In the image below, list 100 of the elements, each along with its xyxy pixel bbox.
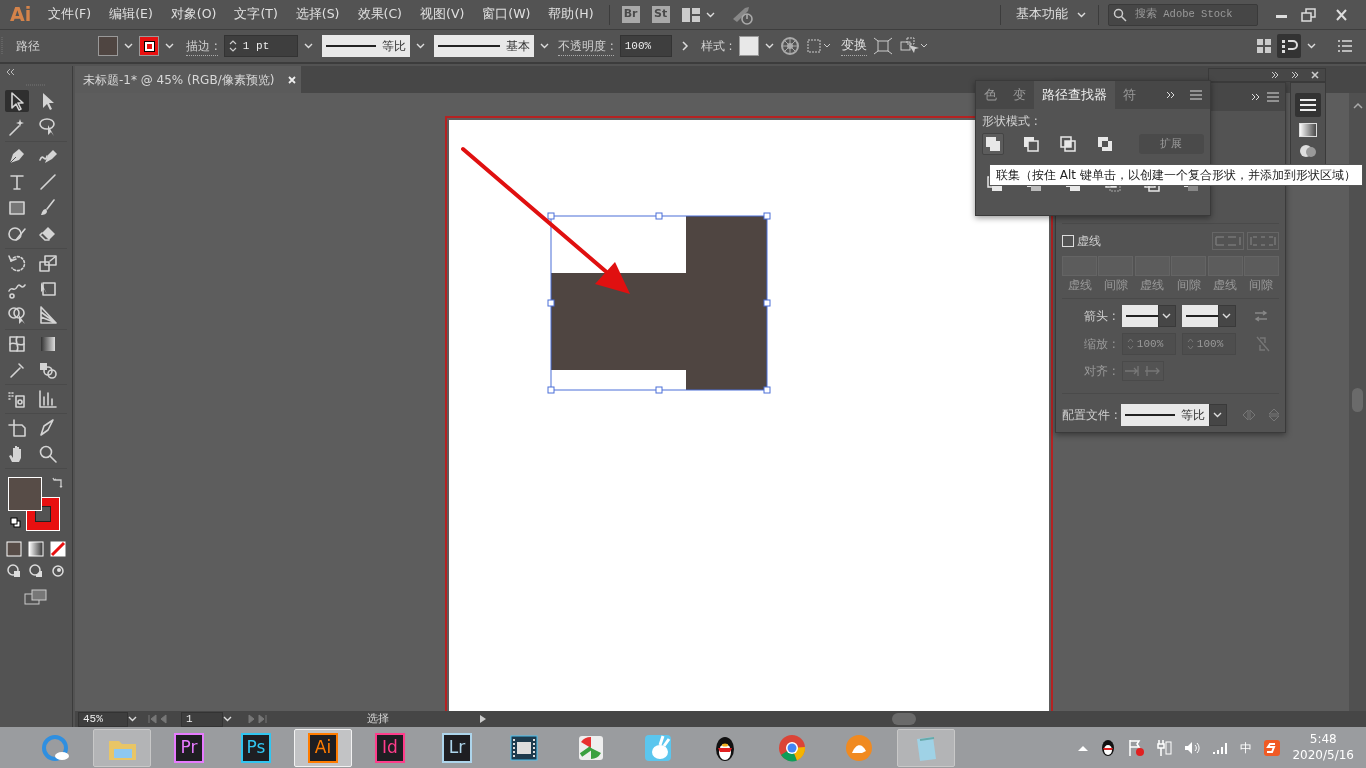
menu-item[interactable]: 文件(F)	[39, 5, 101, 24]
start-arrowhead-dropdown[interactable]	[1121, 305, 1158, 327]
stroke-panel-icon[interactable]	[1295, 93, 1321, 117]
stock-button[interactable]: St	[651, 6, 670, 23]
caret-icon[interactable]	[539, 43, 549, 49]
pen-icon[interactable]	[7, 146, 27, 166]
zoom-icon[interactable]	[38, 444, 58, 464]
caret-icon[interactable]	[1307, 43, 1316, 49]
panel-menu-icon[interactable]	[1190, 90, 1202, 100]
zoom-field[interactable]: 45%	[78, 711, 128, 727]
line-segment-icon[interactable]	[38, 172, 58, 192]
end-arrowhead-dropdown[interactable]	[1181, 305, 1218, 327]
select-similar-icon[interactable]	[898, 37, 929, 55]
minus-front-icon[interactable]	[1021, 134, 1042, 154]
artboard-tool-icon[interactable]	[7, 418, 27, 438]
bar-graph-icon[interactable]	[38, 389, 58, 409]
fill-color-button[interactable]	[98, 36, 118, 56]
shape-builder-icon[interactable]	[7, 305, 27, 325]
caret-icon[interactable]	[705, 11, 715, 18]
intersect-icon[interactable]	[1058, 134, 1079, 154]
caret-icon[interactable]	[303, 43, 313, 49]
unite-icon[interactable]	[983, 134, 1003, 154]
power-icon[interactable]	[1156, 738, 1173, 757]
taskbar-app[interactable]: Lr	[428, 728, 486, 767]
mesh-icon[interactable]	[7, 334, 27, 354]
none-mode-icon[interactable]	[50, 541, 66, 557]
penguin-icon[interactable]	[1100, 738, 1117, 757]
menu-item[interactable]: 效果(C)	[348, 5, 411, 24]
taskbar-app[interactable]: Pr	[160, 728, 218, 767]
taskbar-app[interactable]: Ps	[227, 728, 285, 767]
shaper-icon[interactable]	[7, 224, 27, 244]
caret-icon[interactable]	[124, 43, 133, 49]
rectangle-icon[interactable]	[7, 198, 27, 218]
caret-icon[interactable]	[1162, 313, 1172, 319]
stroke-color-button[interactable]	[139, 36, 159, 56]
isolate-icon[interactable]	[872, 37, 893, 55]
width-profile-dropdown[interactable]: 等比	[321, 35, 410, 57]
menu-item[interactable]: 选择(S)	[286, 5, 349, 24]
color-mode-icon[interactable]	[6, 541, 22, 557]
eyedropper-icon[interactable]	[7, 360, 27, 380]
bridge-button[interactable]: Br	[621, 6, 640, 23]
transparency-panel-icon[interactable]	[1298, 143, 1318, 157]
draw-behind-icon[interactable]	[28, 563, 44, 579]
caret-icon[interactable]	[128, 716, 137, 722]
artboard-field[interactable]: 1	[181, 711, 223, 727]
caret-icon[interactable]	[1077, 11, 1086, 18]
expand-panel-icon[interactable]	[1271, 72, 1279, 78]
paintbrush-icon[interactable]	[38, 198, 58, 218]
caret-icon[interactable]	[223, 716, 232, 722]
swap-icon[interactable]	[52, 477, 64, 489]
profile-dropdown[interactable]: 等比	[1120, 404, 1209, 426]
panel-tab[interactable]: 路径查找器	[1034, 81, 1115, 109]
menu-item[interactable]: 视图(V)	[411, 5, 474, 24]
caret-icon[interactable]	[165, 43, 174, 49]
show-hidden-icons-icon[interactable]	[1078, 744, 1089, 751]
panel-scroll-up-icon[interactable]	[1352, 102, 1364, 110]
sogou-icon[interactable]	[1264, 739, 1281, 756]
panel-toggle-icon[interactable]	[1277, 34, 1301, 58]
panel-menu-icon[interactable]	[1267, 92, 1279, 102]
close-icon[interactable]	[1311, 71, 1319, 79]
expand-panel-icon[interactable]	[1291, 72, 1299, 78]
gradient-mode-icon[interactable]	[28, 541, 44, 557]
dashed-line-checkbox[interactable]	[1062, 235, 1074, 247]
scale-icon[interactable]	[38, 253, 58, 273]
gradient-tool-icon[interactable]	[38, 334, 58, 354]
gradient-panel-icon[interactable]	[1299, 123, 1317, 137]
globe-icon[interactable]	[779, 36, 800, 56]
list-icon[interactable]	[1338, 40, 1352, 52]
taskbar-app[interactable]: Id	[361, 728, 419, 767]
opacity-field[interactable]: 100%	[619, 35, 672, 57]
play-icon[interactable]	[478, 714, 488, 724]
default-colors-icon[interactable]	[10, 517, 21, 528]
symbol-sprayer-icon[interactable]	[7, 389, 27, 409]
signal-icon[interactable]	[1212, 740, 1229, 755]
vertical-scrollbar[interactable]	[1349, 93, 1366, 711]
search-field[interactable]: 搜索 Adobe Stock	[1108, 3, 1258, 26]
transform-link[interactable]: 变换	[840, 36, 867, 56]
fill-swatch[interactable]	[8, 477, 42, 511]
perspective-grid-icon[interactable]	[38, 305, 58, 325]
caret-icon[interactable]	[1213, 412, 1223, 418]
menu-item[interactable]: 窗口(W)	[473, 5, 540, 24]
arrange-icon[interactable]	[1257, 39, 1271, 53]
expand-panel-icon[interactable]	[1251, 93, 1261, 101]
eraser-icon[interactable]	[38, 224, 58, 244]
draw-normal-icon[interactable]	[6, 563, 22, 579]
menu-item[interactable]: 帮助(H)	[539, 5, 603, 24]
layout-icon[interactable]	[681, 7, 700, 22]
caret-icon[interactable]	[1222, 313, 1232, 319]
lasso-icon[interactable]	[38, 117, 58, 137]
caret-icon[interactable]	[764, 43, 774, 49]
collapse-icon[interactable]	[5, 68, 15, 76]
screen-mode-icon[interactable]	[24, 589, 48, 605]
brush-dropdown[interactable]: 基本	[433, 35, 534, 57]
menu-item[interactable]: 编辑(E)	[100, 5, 162, 24]
menu-item[interactable]: 对象(O)	[161, 5, 226, 24]
flag-icon[interactable]	[1128, 738, 1145, 757]
stroke-weight-field[interactable]: 1 pt	[223, 35, 298, 57]
expand-panel-icon[interactable]	[1166, 91, 1176, 99]
blend-icon[interactable]	[38, 360, 58, 380]
taskbar-app[interactable]: Ai	[294, 728, 352, 767]
